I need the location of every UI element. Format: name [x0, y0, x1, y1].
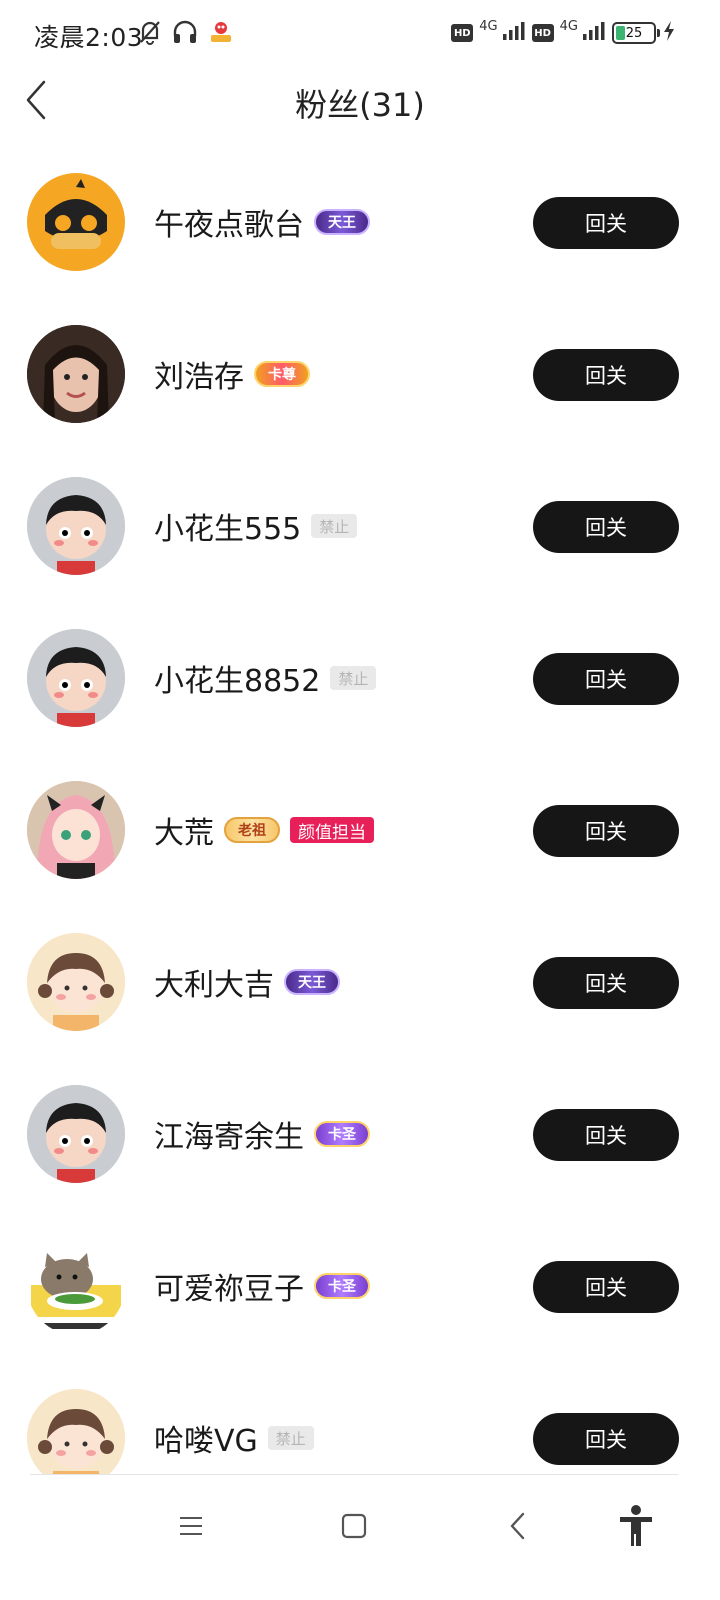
user-name[interactable]: 哈喽VG: [154, 1416, 258, 1460]
system-nav-bar: [0, 1476, 720, 1600]
follower-row[interactable]: 可爱祢豆子 卡圣 回关: [0, 1210, 720, 1362]
name-group: 可爱祢豆子 卡圣: [154, 1261, 370, 1311]
follow-back-button[interactable]: 回关: [533, 1109, 679, 1161]
rank-badge: 天王: [284, 969, 340, 995]
network-type-label: 4G: [479, 18, 498, 34]
follower-row[interactable]: 小花生555 禁止 回关: [0, 450, 720, 602]
nav-back-button[interactable]: [490, 1498, 546, 1554]
status-bar: 凌晨2:03 HD 4G HD 4G 25: [0, 0, 720, 68]
headphones-icon: [172, 19, 198, 49]
follow-back-button[interactable]: 回关: [533, 197, 679, 249]
avatar[interactable]: [27, 477, 125, 575]
network-type-label-2: 4G: [559, 18, 578, 34]
signal-icon-2: [582, 21, 606, 45]
back-arrow-icon: [510, 1512, 525, 1540]
menu-icon: [180, 1517, 202, 1535]
title-badge: 颜值担当: [290, 817, 374, 843]
user-name[interactable]: 可爱祢豆子: [154, 1264, 304, 1308]
user-name[interactable]: 大利大吉: [154, 960, 274, 1004]
hd-icon: HD: [451, 24, 474, 42]
bell-off-icon: [138, 19, 162, 49]
avatar[interactable]: [27, 325, 125, 423]
status-system-icons: HD 4G HD 4G 25: [451, 18, 676, 46]
follower-row[interactable]: 小花生8852 禁止 回关: [0, 602, 720, 754]
status-notification-icons: [138, 19, 234, 49]
page-title: 粉丝(31): [295, 86, 425, 124]
divider: [30, 1474, 678, 1475]
name-group: 哈喽VG 禁止: [154, 1413, 314, 1463]
follower-row[interactable]: 江海寄余生 卡圣 回关: [0, 1058, 720, 1210]
ban-badge: 禁止: [330, 666, 377, 690]
follow-back-button[interactable]: 回关: [533, 1413, 679, 1465]
header: 粉丝(31): [0, 68, 720, 138]
follower-row[interactable]: 大利大吉 天王 回关: [0, 906, 720, 1058]
name-group: 大利大吉 天王: [154, 957, 340, 1007]
follower-row[interactable]: 大荒 老祖 颜值担当 回关: [0, 754, 720, 906]
avatar[interactable]: [27, 1237, 125, 1335]
user-name[interactable]: 小花生555: [154, 504, 301, 548]
name-group: 午夜点歌台 天王: [154, 197, 370, 247]
name-group: 刘浩存 卡尊: [154, 349, 310, 399]
follow-back-button[interactable]: 回关: [533, 1261, 679, 1313]
battery-icon: 25: [612, 22, 660, 44]
avatar[interactable]: [27, 933, 125, 1031]
avatar[interactable]: [27, 629, 125, 727]
rank-badge: 卡尊: [254, 361, 310, 387]
ban-badge: 禁止: [311, 514, 358, 538]
name-group: 小花生8852 禁止: [154, 653, 377, 703]
user-name[interactable]: 江海寄余生: [154, 1112, 304, 1156]
ban-badge: 禁止: [267, 1426, 314, 1450]
accessibility-button[interactable]: [608, 1498, 664, 1554]
menu-button[interactable]: [163, 1498, 219, 1554]
avatar[interactable]: [27, 1085, 125, 1183]
user-name[interactable]: 小花生8852: [154, 656, 320, 700]
name-group: 江海寄余生 卡圣: [154, 1109, 370, 1159]
follow-back-button[interactable]: 回关: [533, 957, 679, 1009]
square-home-icon: [341, 1513, 367, 1539]
avatar[interactable]: [27, 1389, 125, 1474]
rank-badge: 老祖: [224, 817, 280, 843]
avatar[interactable]: [27, 781, 125, 879]
hd-icon-2: HD: [531, 24, 554, 42]
name-group: 小花生555 禁止: [154, 501, 358, 551]
follow-back-button[interactable]: 回关: [533, 653, 679, 705]
rank-badge: 天王: [314, 209, 370, 235]
follow-back-button[interactable]: 回关: [533, 805, 679, 857]
follower-row[interactable]: 哈喽VG 禁止 回关: [0, 1362, 720, 1474]
follower-list[interactable]: 午夜点歌台 天王 回关 刘浩存 卡尊 回关 小花生555 禁止 回关 小花生8852 禁止 回关 大荒老…: [0, 146, 720, 1474]
accessibility-icon: [620, 1505, 652, 1546]
follower-row[interactable]: 午夜点歌台 天王 回关: [0, 146, 720, 298]
signal-icon: [502, 21, 526, 45]
charging-icon: [662, 20, 676, 46]
avatar[interactable]: [27, 173, 125, 271]
home-button[interactable]: [326, 1498, 382, 1554]
rank-badge: 卡圣: [314, 1121, 370, 1147]
battery-percent: 25: [625, 25, 643, 41]
user-name[interactable]: 刘浩存: [154, 352, 244, 396]
name-group: 大荒 老祖 颜值担当: [154, 805, 374, 855]
follower-row[interactable]: 刘浩存 卡尊 回关: [0, 298, 720, 450]
follow-back-button[interactable]: 回关: [533, 349, 679, 401]
user-name[interactable]: 午夜点歌台: [154, 200, 304, 244]
rank-badge: 卡圣: [314, 1273, 370, 1299]
user-name[interactable]: 大荒: [154, 808, 214, 852]
battery-tip: [657, 29, 660, 37]
app-notification-icon: [208, 19, 234, 49]
status-time: 凌晨2:03: [34, 23, 144, 52]
follow-back-button[interactable]: 回关: [533, 501, 679, 553]
